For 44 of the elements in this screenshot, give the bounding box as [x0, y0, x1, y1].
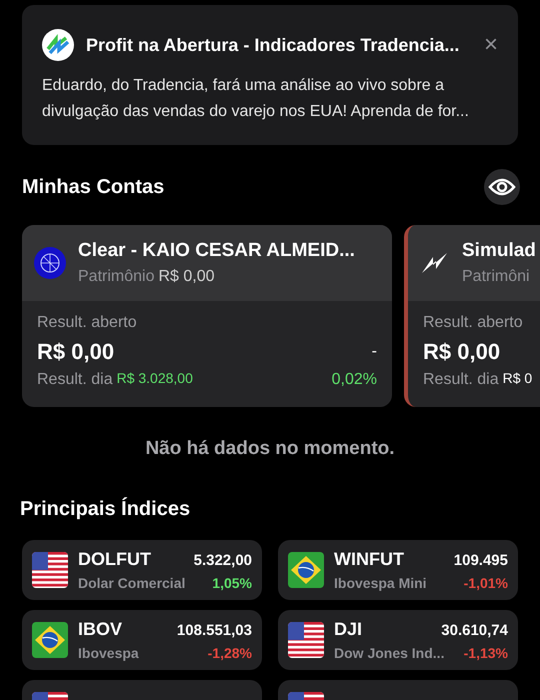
index-price: 108.551,03	[176, 620, 252, 640]
index-card[interactable]: DJI 30.610,74 Dow Jones Ind... -1,13%	[278, 610, 518, 670]
equity-label: Patrimônio	[78, 267, 154, 288]
day-result-label: Result. dia	[37, 370, 113, 390]
index-name: Ibovespa Mini	[334, 574, 427, 593]
index-change: 1,05%	[212, 574, 252, 592]
index-price: 5.322,00	[194, 550, 252, 570]
close-button[interactable]: ×	[484, 33, 498, 57]
open-result-label: Result. aberto	[37, 313, 138, 333]
index-card[interactable]: WINFUT 109.495 Ibovespa Mini -1,01%	[278, 540, 518, 600]
empty-message: Não há dados no momento.	[144, 437, 396, 461]
index-name: Dow Jones Ind...	[334, 644, 444, 662]
account-card[interactable]: Simulad Patrimôni Result. aberto R$ 0,00 Result. dia R$ 0	[404, 225, 540, 407]
index-change: -1,28%	[208, 644, 252, 662]
index-change: -1,01%	[464, 574, 508, 592]
account-name: Clear - KAIO CESAR ALMEID...	[78, 238, 355, 263]
index-symbol: DOLFUT	[78, 548, 151, 570]
section-title: Principais Índices	[19, 496, 192, 522]
account-card[interactable]: Clear - KAIO CESAR ALMEID... Patrimônio R$ 0,00 Result. aberto R$ 0,00 - Result. dia R$ 3.028,00 0,02%	[22, 225, 392, 407]
day-result-change: 0,02%	[332, 370, 377, 390]
index-card[interactable]: IBOV 108.551,03 Ibovespa -1,28%	[22, 610, 262, 670]
index-card[interactable]: DOLFUT 5.322,00 Dolar Comercial 1,05%	[22, 540, 262, 600]
index-price: 109.495	[454, 550, 508, 570]
index-symbol: WINFUT	[334, 548, 404, 570]
index-name: Ibovespa	[78, 644, 139, 663]
day-result-value: R$ 0	[502, 369, 532, 388]
index-symbol: DJI	[334, 618, 362, 640]
open-result-label: Result. aberto	[423, 313, 524, 333]
notification-title: Profit na Abertura - Indicadores Tradencia...	[86, 34, 460, 56]
index-price: 30.610,74	[441, 620, 508, 640]
day-result-value: R$ 3.028,00	[116, 369, 193, 388]
index-symbol: IBOV	[78, 618, 122, 640]
open-result-value: R$ 0,00	[37, 338, 114, 366]
equity-value: R$ 0,00	[158, 267, 215, 288]
account-name: Simulad	[462, 238, 536, 263]
index-name: Dolar Comercial	[78, 574, 186, 592]
equity-label: Patrimôni	[462, 267, 530, 288]
notification-body: Eduardo, do Tradencia, fará uma análise ao vivo sobre a divulgação das vendas do varejo nos EUA! Aprenda de for...	[42, 76, 470, 122]
section-title: Minhas Contas	[22, 175, 164, 200]
open-result-change: -	[372, 342, 377, 362]
index-change: -1,13%	[464, 644, 508, 662]
notification-card[interactable]: Profit na Abertura - Indicadores Tradencia... × Eduardo, do Tradencia, fará uma análise ao vivo sobre a divulgação das vendas do varejo nos EUA! Aprenda de for...	[22, 5, 518, 145]
open-result-value: R$ 0,00	[423, 338, 500, 366]
day-result-label: Result. dia	[423, 370, 499, 390]
